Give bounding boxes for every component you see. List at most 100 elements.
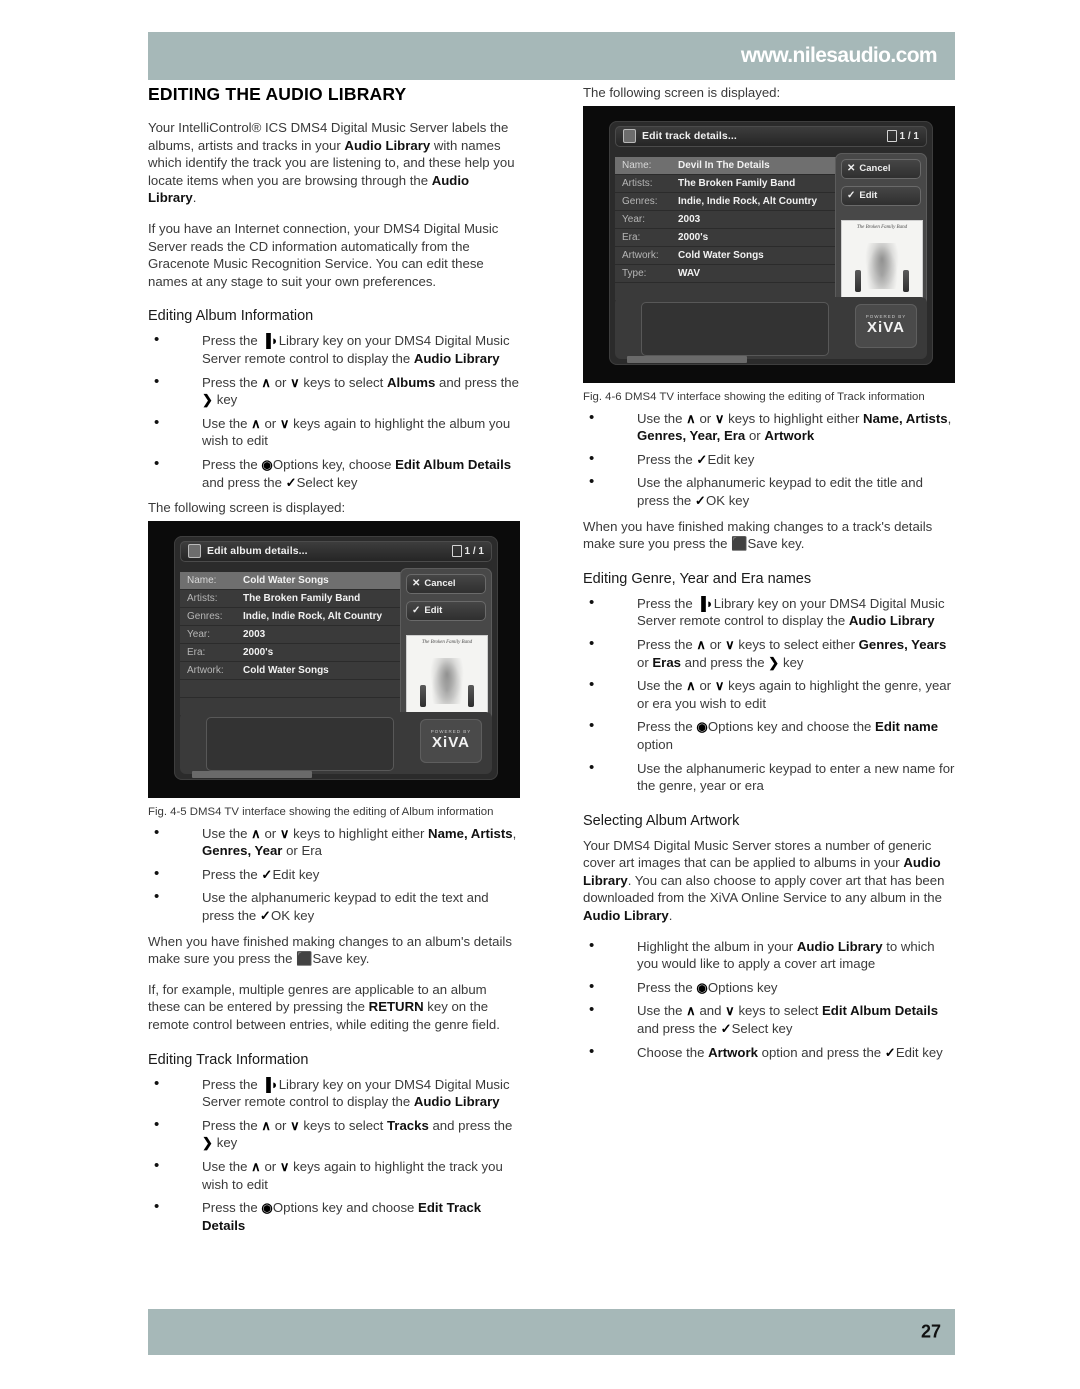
cancel-button[interactable]: ✕ Cancel xyxy=(406,573,486,594)
album-save-note: When you have finished making changes to… xyxy=(148,933,512,967)
list-item: Use the ∧ and ∨ keys to select Edit Albu… xyxy=(583,1001,955,1037)
field-label: Year: xyxy=(187,628,210,640)
field-value: Devil In The Details xyxy=(678,159,770,171)
tv-lower-panel-track: POWERED BY XiVA xyxy=(615,296,927,359)
table-row[interactable]: Artwork: Cold Water Songs xyxy=(615,246,848,264)
list-item: Choose the Artwork option and press the … xyxy=(583,1043,955,1062)
field-value: The Broken Family Band xyxy=(678,177,796,189)
field-label: Type: xyxy=(622,267,647,279)
list-item: Press the ∧ or ∨ keys to select either G… xyxy=(583,635,955,671)
list-item: Use the ∧ or ∨ keys again to highlight t… xyxy=(148,1157,520,1193)
field-value: Indie, Indie Rock, Alt Country xyxy=(678,195,818,207)
field-label: Genres: xyxy=(187,610,223,622)
album-instruction-list: Press the ▐◗Library key on your DMS4 Dig… xyxy=(148,331,520,491)
close-icon: ✕ xyxy=(412,578,421,590)
table-row[interactable]: Genres: Indie, Indie Rock, Alt Country xyxy=(180,607,413,625)
heading-editing-genre-year-era: Editing Genre, Year and Era names xyxy=(583,570,812,587)
xiva-logo: POWERED BY XiVA xyxy=(420,718,482,763)
edit-button[interactable]: ✓ Edit xyxy=(841,185,921,206)
field-value: 2000's xyxy=(678,231,709,243)
list-item: Press the ◉Options key xyxy=(583,978,955,997)
list-item: Use the alphanumeric keypad to enter a n… xyxy=(583,758,955,795)
album-genre-note: If, for example, multiple genres are app… xyxy=(148,981,500,1033)
tv-window-title: Edit album details... xyxy=(207,545,308,558)
table-row[interactable]: Year: 2003 xyxy=(180,625,413,643)
list-item: Highlight the album in your Audio Librar… xyxy=(583,937,955,973)
cancel-button[interactable]: ✕ Cancel xyxy=(841,158,921,179)
table-row[interactable]: Era: 2000's xyxy=(180,643,413,661)
list-item: Press the ∧ or ∨ keys to select Albums a… xyxy=(148,373,520,409)
field-label: Artists: xyxy=(622,177,653,189)
tv-titlebar-track: Edit track details... 1 / 1 xyxy=(615,125,927,147)
list-item: Press the ◉Options key and choose Edit T… xyxy=(148,1198,520,1234)
tv-lower-panel-album: POWERED BY XiVA xyxy=(180,711,492,774)
tv-window-album: Edit album details... 1 / 1 Name: Cold W… xyxy=(174,535,498,780)
edit-button[interactable]: ✓ Edit xyxy=(406,600,486,621)
list-item: Press the ◉Options key and choose the Ed… xyxy=(583,717,955,753)
tv-status-bar xyxy=(192,770,312,778)
artwork-figure-left xyxy=(420,684,426,707)
list-item: Press the ▐◗Library key on your DMS4 Dig… xyxy=(148,1075,520,1111)
list-item: Use the ∧ or ∨ keys to highlight either … xyxy=(148,824,520,860)
tv-field-list-track: Name: Devil In The Details Artists: The … xyxy=(615,156,848,301)
artwork-figure-right xyxy=(468,684,474,707)
table-row[interactable]: Name: Cold Water Songs xyxy=(180,571,413,589)
field-value: Cold Water Songs xyxy=(243,664,329,676)
heading-selecting-album-artwork: Selecting Album Artwork xyxy=(583,812,740,829)
table-row[interactable]: Artwork: Cold Water Songs xyxy=(180,661,413,679)
artwork-illustration xyxy=(865,242,899,289)
artwork-instruction-list: Highlight the album in your Audio Librar… xyxy=(583,937,955,1062)
field-label: Artists: xyxy=(187,592,218,604)
close-icon: ✕ xyxy=(847,163,856,175)
field-value: WAV xyxy=(678,267,701,279)
check-icon: ✓ xyxy=(847,190,856,202)
field-value: 2003 xyxy=(678,213,701,225)
edit-button-label: Edit xyxy=(424,605,443,617)
figure-album-screenshot: Edit album details... 1 / 1 Name: Cold W… xyxy=(148,520,520,798)
tv-window-track: Edit track details... 1 / 1 Name: Devil … xyxy=(609,120,933,365)
list-item: Use the alphanumeric keypad to edit the … xyxy=(583,473,955,509)
tv-page-count-label: 1 / 1 xyxy=(464,545,484,557)
list-item: Press the ◉Options key, choose Edit Albu… xyxy=(148,455,520,491)
following-screen-note-left: The following screen is displayed: xyxy=(148,500,346,516)
page-icon xyxy=(451,545,462,558)
list-item: Use the ∧ or ∨ keys again to highlight t… xyxy=(583,676,955,712)
table-row[interactable]: Year: 2003 xyxy=(615,210,848,228)
list-item: Press the ∧ or ∨ keys to select Tracks a… xyxy=(148,1116,520,1152)
list-item: Press the ✓Edit key xyxy=(583,450,955,469)
field-value: Cold Water Songs xyxy=(678,249,764,261)
table-row[interactable]: Artists: The Broken Family Band xyxy=(615,174,848,192)
tv-action-panel-album: ✕ Cancel ✓ Edit The Broken Family Band xyxy=(400,567,492,723)
xiva-logo: POWERED BY XiVA xyxy=(855,303,917,348)
artwork-figure-left xyxy=(855,269,861,292)
tv-preview-frame xyxy=(641,301,829,356)
table-row[interactable]: Name: Devil In The Details xyxy=(615,156,848,174)
list-item: Press the ▐◗Library key on your DMS4 Dig… xyxy=(583,594,955,630)
table-row[interactable]: Type: WAV xyxy=(615,264,848,282)
field-value: 2000's xyxy=(243,646,274,658)
table-row[interactable]: Era: 2000's xyxy=(615,228,848,246)
tv-page-count: 1 / 1 xyxy=(886,130,919,143)
edit-button-label: Edit xyxy=(859,190,878,202)
table-row[interactable]: Artists: The Broken Family Band xyxy=(180,589,413,607)
album-artwork-thumbnail: The Broken Family Band xyxy=(841,219,923,302)
footer-bar: 27 xyxy=(148,1309,955,1355)
left-column: EDITING THE AUDIO LIBRARY Your IntelliCo… xyxy=(148,84,520,1242)
check-icon: ✓ xyxy=(412,605,421,617)
track-save-note: When you have finished making changes to… xyxy=(583,518,933,552)
page-number: 27 xyxy=(920,1321,941,1342)
figure-caption-4-6: Fig. 4-6 DMS4 TV interface showing the e… xyxy=(583,390,925,403)
list-item: Use the ∧ or ∨ keys to highlight either … xyxy=(583,409,955,445)
album-edit-field-list: Use the ∧ or ∨ keys to highlight either … xyxy=(148,824,520,925)
figure-track-screenshot: Edit track details... 1 / 1 Name: Devil … xyxy=(583,105,955,383)
table-row[interactable]: Genres: Indie, Indie Rock, Alt Country xyxy=(615,192,848,210)
artwork-illustration xyxy=(430,657,464,704)
list-item: Press the ✓Edit key xyxy=(148,865,520,884)
list-item: Press the ▐◗Library key on your DMS4 Dig… xyxy=(148,331,520,367)
field-value: Cold Water Songs xyxy=(243,574,329,586)
site-url: www.nilesaudio.com xyxy=(740,44,938,67)
tv-action-panel-track: ✕ Cancel ✓ Edit The Broken Family Band xyxy=(835,152,927,308)
field-value: 2003 xyxy=(243,628,266,640)
track-edit-field-list: Use the ∧ or ∨ keys to highlight either … xyxy=(583,409,955,510)
list-item: Use the ∧ or ∨ keys again to highlight t… xyxy=(148,414,520,450)
